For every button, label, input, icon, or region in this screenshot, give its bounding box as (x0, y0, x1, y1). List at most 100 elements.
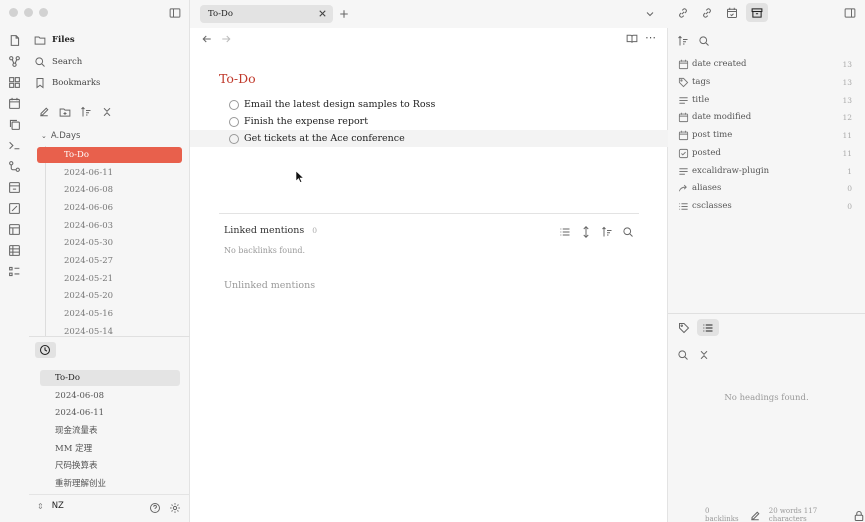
tags-icon[interactable] (678, 322, 690, 334)
help-icon[interactable] (149, 502, 161, 514)
linked-mentions-header[interactable]: Linked mentions 0 (224, 225, 317, 236)
file-item[interactable]: 2024-05-20 (37, 288, 182, 304)
calendar-icon[interactable] (8, 97, 21, 110)
search-icon[interactable] (698, 35, 710, 47)
recent-item[interactable]: 现金流量表 (40, 423, 180, 439)
property-row[interactable]: post time 11 (678, 127, 858, 143)
search-icon[interactable] (677, 349, 689, 361)
more-options-icon[interactable]: ⋯ (645, 31, 656, 44)
collapse-all-icon[interactable] (698, 349, 710, 361)
vault-switcher[interactable]: ⇕ NZ (37, 501, 64, 511)
unlinked-mentions-title[interactable]: Unlinked mentions (224, 280, 315, 291)
close-window-dot[interactable] (9, 8, 18, 17)
file-item[interactable]: 2024-06-06 (37, 200, 182, 216)
forward-arrow-icon[interactable] (220, 33, 232, 45)
property-row[interactable]: tags 13 (678, 74, 858, 90)
task-checkbox[interactable] (229, 99, 239, 110)
folder-a-days[interactable]: ⌄ A.Days (41, 131, 80, 141)
file-item[interactable]: 2024-06-03 (37, 218, 182, 234)
properties-tab[interactable] (746, 3, 768, 22)
property-row[interactable]: csclasses 0 (678, 198, 858, 214)
property-row[interactable]: title 13 (678, 92, 858, 108)
new-folder-icon[interactable] (59, 106, 71, 118)
checklist-icon[interactable] (8, 265, 21, 278)
left-sidebar: Files Search Bookmarks ⌄ A.Days To-Do 20… (9, 0, 190, 522)
property-row[interactable]: aliases 0 (678, 180, 858, 196)
nav-bookmarks[interactable]: Bookmarks (34, 75, 100, 91)
property-row[interactable]: date created 13 (678, 56, 858, 72)
settings-gear-icon[interactable] (169, 502, 181, 514)
recent-item[interactable]: 2024-06-11 (40, 405, 180, 421)
right-sidebar-toggle-icon[interactable] (844, 7, 856, 19)
template-icon[interactable] (8, 223, 21, 236)
list-view-icon[interactable] (559, 226, 571, 238)
property-name: tags (692, 77, 711, 87)
linked-mentions-title: Linked mentions (224, 225, 305, 236)
recent-item[interactable]: MM 定理 (40, 441, 180, 457)
backlinks-count[interactable]: 0 backlinks (705, 507, 739, 522)
tab-to-do[interactable]: To-Do (200, 5, 333, 23)
nav-search[interactable]: Search (34, 54, 82, 70)
property-row[interactable]: date modified 12 (678, 109, 858, 125)
link-icon[interactable] (677, 7, 689, 19)
recent-item[interactable]: 重新理解创业 (40, 476, 180, 492)
collapse-all-icon[interactable] (101, 106, 113, 118)
zoom-window-dot[interactable] (39, 8, 48, 17)
calendar-check-icon[interactable] (726, 7, 738, 19)
graph-view-icon[interactable] (8, 55, 21, 68)
open-daily-note-icon[interactable] (8, 34, 21, 47)
file-item[interactable]: 2024-05-21 (37, 271, 182, 287)
search-icon (34, 56, 46, 68)
file-item[interactable]: 2024-05-14 (37, 324, 182, 340)
sort-icon[interactable] (80, 106, 92, 118)
folder-label: A.Days (50, 131, 81, 141)
task-checkbox[interactable] (229, 133, 239, 144)
table-icon[interactable] (8, 244, 21, 257)
sort-icon[interactable] (677, 35, 689, 47)
file-item[interactable]: 2024-05-27 (37, 253, 182, 269)
sort-icon[interactable] (601, 226, 613, 238)
property-row[interactable]: posted 11 (678, 145, 858, 161)
new-tab-plus-icon[interactable] (338, 8, 350, 20)
window-controls[interactable] (9, 8, 48, 17)
task-checkbox[interactable] (229, 116, 239, 127)
task-text[interactable]: Email the latest design samples to Ross (244, 99, 435, 110)
file-item[interactable]: 2024-06-11 (37, 165, 182, 181)
copy-icon[interactable] (8, 118, 21, 131)
nav-label: Bookmarks (52, 78, 101, 88)
calendar-icon (678, 130, 689, 141)
linked-mentions-count: 0 (312, 226, 318, 235)
recent-files-tab[interactable] (35, 342, 56, 358)
file-item[interactable]: 2024-06-08 (37, 182, 182, 198)
minimize-window-dot[interactable] (24, 8, 33, 17)
tab-list-chevron-icon[interactable] (644, 8, 656, 20)
terminal-icon[interactable] (8, 139, 21, 152)
file-item[interactable]: To-Do (37, 147, 182, 163)
git-icon[interactable] (8, 160, 21, 173)
recent-item[interactable]: To-Do (40, 370, 180, 386)
canvas-icon[interactable] (8, 76, 21, 89)
task-text[interactable]: Get tickets at the Ace conference (244, 133, 405, 144)
backlinks-divider (219, 213, 639, 214)
pencil-icon[interactable] (749, 510, 760, 521)
task-text[interactable]: Finish the expense report (244, 116, 368, 127)
kanban-icon[interactable] (8, 181, 21, 194)
new-note-icon[interactable] (38, 106, 50, 118)
excalidraw-icon[interactable] (8, 202, 21, 215)
outgoing-links-icon[interactable] (701, 7, 713, 19)
file-item[interactable]: 2024-05-16 (37, 306, 182, 322)
footer-divider (29, 494, 190, 495)
close-icon[interactable] (317, 8, 328, 19)
search-icon[interactable] (622, 226, 634, 238)
expand-vertical-icon[interactable] (580, 226, 592, 238)
property-row[interactable]: excalidraw-plugin 1 (678, 163, 858, 179)
file-item[interactable]: 2024-05-30 (37, 235, 182, 251)
lock-icon[interactable] (853, 510, 864, 522)
recent-item[interactable]: 尺码换算表 (40, 458, 180, 474)
nav-files[interactable]: Files (34, 32, 75, 48)
sidebar-toggle-icon[interactable] (169, 7, 181, 19)
recent-item[interactable]: 2024-06-08 (40, 388, 180, 404)
reading-view-book-icon[interactable] (626, 33, 638, 45)
back-arrow-icon[interactable] (201, 33, 213, 45)
outline-tab[interactable] (697, 319, 719, 336)
